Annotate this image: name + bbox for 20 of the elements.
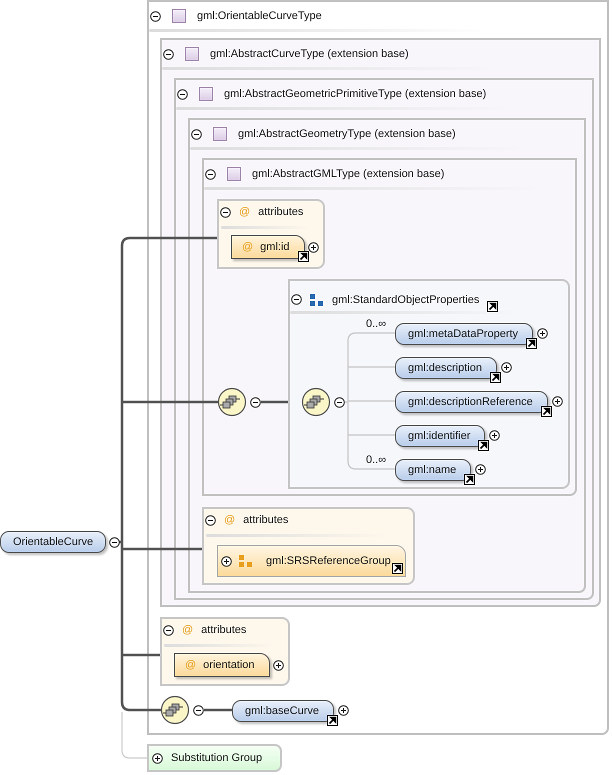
group-name: gml:SRSReferenceGroup bbox=[266, 554, 391, 568]
attribute-group-node[interactable]: gml:SRSReferenceGroup bbox=[217, 545, 406, 577]
substitution-group-label: Substitution Group bbox=[171, 751, 262, 765]
at-sign-icon: @ bbox=[182, 623, 194, 637]
occurrence-label: 0..∞ bbox=[366, 317, 386, 331]
attributes-label: attributes bbox=[258, 205, 304, 219]
type-title: gml:OrientableCurveType bbox=[197, 9, 322, 23]
attributes-label: attributes bbox=[201, 623, 246, 637]
type-title: gml:AbstractCurveType (extension base) bbox=[210, 47, 409, 61]
occurrence-label: 0..∞ bbox=[366, 453, 386, 467]
at-sign-icon: @ bbox=[239, 205, 250, 219]
attributes-label: attributes bbox=[243, 513, 288, 527]
type-title: gml:AbstractGeometryType (extension base) bbox=[238, 127, 456, 141]
type-title: gml:AbstractGMLType (extension base) bbox=[252, 167, 444, 181]
type-title: gml:AbstractGeometricPrimitiveType (extension base) bbox=[224, 87, 486, 101]
at-sign-icon: @ bbox=[242, 241, 254, 253]
substitution-group-node[interactable]: Substitution Group bbox=[147, 744, 282, 772]
at-sign-icon: @ bbox=[185, 659, 196, 671]
at-sign-icon: @ bbox=[224, 513, 236, 527]
group-title: gml:StandardObjectProperties bbox=[332, 292, 480, 306]
